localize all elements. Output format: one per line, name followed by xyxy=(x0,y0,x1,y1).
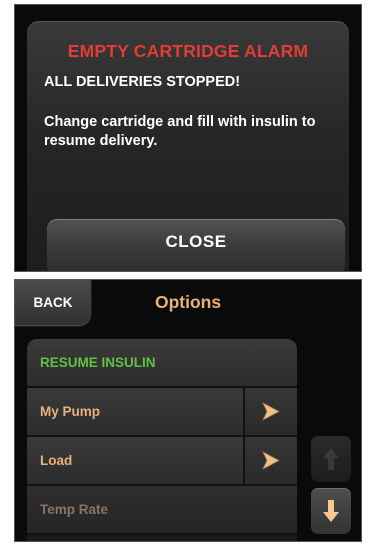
arrow-up-icon xyxy=(323,448,339,470)
option-load[interactable]: Load xyxy=(27,437,297,486)
option-my-pump[interactable]: My Pump xyxy=(27,388,297,437)
scroll-down-button[interactable] xyxy=(311,488,351,534)
scroll-up-button xyxy=(311,436,351,482)
back-button[interactable]: BACK xyxy=(15,280,91,326)
options-screen: BACK Options RESUME INSULIN My Pump Load… xyxy=(14,279,362,542)
option-resume-insulin[interactable]: RESUME INSULIN xyxy=(27,339,297,388)
chevron-right-icon xyxy=(262,451,280,470)
option-label: Temp Rate xyxy=(40,502,109,517)
my-pump-arrow-button[interactable] xyxy=(243,388,297,435)
alarm-title: EMPTY CARTRIDGE ALARM xyxy=(67,41,309,61)
close-button[interactable]: CLOSE xyxy=(47,219,345,271)
page-title: Options xyxy=(155,292,222,312)
alarm-headline: ALL DELIVERIES STOPPED! xyxy=(44,74,241,90)
option-label: My Pump xyxy=(40,404,101,419)
alarm-screen: EMPTY CARTRIDGE ALARM ALL DELIVERIES STO… xyxy=(14,4,362,272)
options-list: RESUME INSULIN My Pump Load Temp Rate xyxy=(27,339,297,541)
option-label: RESUME INSULIN xyxy=(40,355,156,370)
alarm-message: Change cartridge and fill with insulin t… xyxy=(44,114,316,149)
arrow-down-icon xyxy=(323,500,339,522)
option-label: Load xyxy=(40,453,73,468)
option-temp-rate: Temp Rate xyxy=(27,486,297,535)
load-arrow-button[interactable] xyxy=(243,437,297,484)
chevron-right-icon xyxy=(262,402,280,421)
